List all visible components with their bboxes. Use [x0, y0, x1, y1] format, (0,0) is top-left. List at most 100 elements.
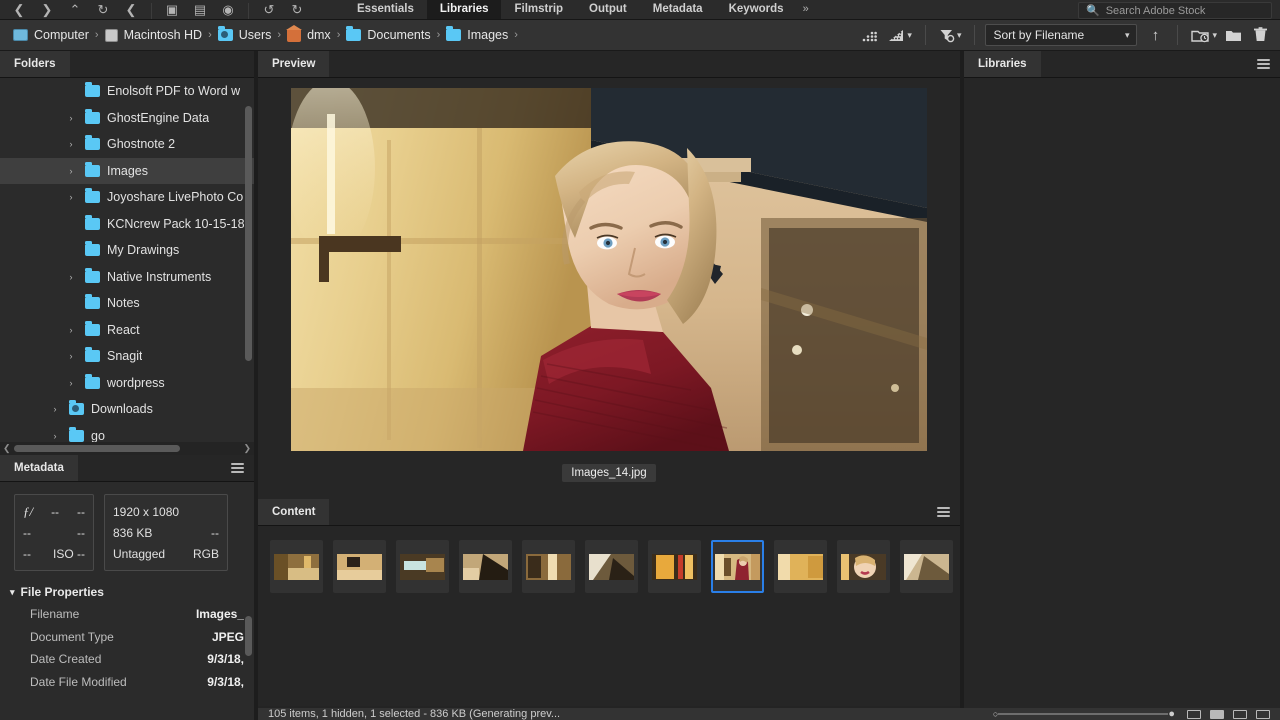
tree-item-wordpress[interactable]: › wordpress: [0, 370, 254, 397]
breadcrumb-item-dmx[interactable]: dmx: [282, 24, 336, 42]
breadcrumb-item-users[interactable]: Users: [213, 26, 277, 42]
shutter-value: --: [77, 504, 85, 519]
breadcrumb-item-images[interactable]: Images: [441, 26, 513, 42]
scroll-left-arrow-icon[interactable]: ❮: [3, 443, 11, 454]
up-arrow-icon[interactable]: ⌃: [62, 0, 88, 19]
workspace-overflow-icon[interactable]: »: [797, 0, 815, 19]
tab-folders[interactable]: Folders: [0, 51, 70, 77]
libraries-panel-menu-icon[interactable]: [1257, 59, 1270, 69]
preview-image[interactable]: [291, 88, 927, 451]
twisty-icon[interactable]: ›: [64, 351, 78, 361]
filmstrip-view-icon[interactable]: [1256, 709, 1270, 719]
thumbnail-item-2[interactable]: [333, 540, 386, 593]
camera-import-icon[interactable]: ▣: [159, 0, 185, 19]
adobe-stock-search-input[interactable]: 🔍 Search Adobe Stock: [1078, 2, 1272, 19]
twisty-icon[interactable]: ›: [64, 272, 78, 282]
metadata-panel-menu-icon[interactable]: [231, 463, 244, 473]
folder-tree[interactable]: Enolsoft PDF to Word w › GhostEngine Dat…: [0, 78, 254, 455]
thumbnail-image: [841, 553, 886, 580]
tree-item-images[interactable]: › Images: [0, 157, 254, 184]
tree-item-my-drawings[interactable]: My Drawings: [0, 237, 254, 264]
tab-libraries[interactable]: Libraries: [964, 51, 1041, 77]
refine-icon[interactable]: ◉: [215, 0, 241, 19]
trash-icon[interactable]: [1248, 23, 1272, 47]
folder-icon: [346, 26, 362, 41]
workspace-tab-keywords[interactable]: Keywords: [716, 0, 797, 19]
workspace-tab-essentials[interactable]: Essentials: [344, 0, 427, 19]
sort-direction-button[interactable]: ↑: [1143, 23, 1167, 47]
thumbnail-item-8[interactable]: [711, 540, 764, 593]
thumbnail-size-large-icon[interactable]: ●: [1168, 708, 1175, 720]
rotate-left-icon[interactable]: ↺: [256, 0, 282, 19]
rotate-right-icon[interactable]: ↻: [284, 0, 310, 19]
tree-item-ghostnote-2[interactable]: › Ghostnote 2: [0, 131, 254, 158]
twisty-icon[interactable]: ›: [48, 404, 62, 414]
thumbnail-item-4[interactable]: [459, 540, 512, 593]
recent-folder-icon[interactable]: ▾: [1188, 23, 1220, 47]
chevron-down-icon[interactable]: ▾: [10, 587, 15, 598]
twisty-icon[interactable]: ›: [64, 325, 78, 335]
thumbnail-item-11[interactable]: [900, 540, 953, 593]
twisty-icon[interactable]: ›: [64, 139, 78, 149]
twisty-icon[interactable]: ›: [64, 192, 78, 202]
twisty-icon[interactable]: ›: [64, 378, 78, 388]
thumbnail-item-3[interactable]: [396, 540, 449, 593]
folders-scroll-thumb[interactable]: [245, 106, 252, 361]
tree-item-native-instruments[interactable]: › Native Instruments: [0, 264, 254, 291]
workspace-tab-libraries[interactable]: Libraries: [426, 0, 502, 19]
metadata-scroll-thumb[interactable]: [245, 616, 252, 656]
thumbnail-size-slider[interactable]: [998, 709, 1169, 719]
grid-view-icon[interactable]: [1187, 709, 1201, 719]
workspace-tab-output[interactable]: Output: [576, 0, 640, 19]
content-panel-menu-icon[interactable]: [937, 507, 950, 517]
twisty-icon[interactable]: ›: [64, 113, 78, 123]
tab-preview[interactable]: Preview: [258, 51, 330, 77]
tab-content[interactable]: Content: [258, 499, 330, 525]
breadcrumb-item-macintosh-hd[interactable]: Macintosh HD: [100, 28, 208, 42]
breadcrumb-item-computer[interactable]: Computer: [8, 28, 94, 42]
forward-arrow-icon[interactable]: ❯: [34, 0, 60, 19]
thumbnail-item-10[interactable]: [837, 540, 890, 593]
metadata-vertical-scrollbar[interactable]: [245, 612, 252, 720]
new-folder-icon[interactable]: [1222, 23, 1246, 47]
file-property-key: Filename: [30, 607, 80, 622]
tree-item-kcncrew-pack[interactable]: KCNcrew Pack 10-15-18: [0, 211, 254, 238]
file-properties-header[interactable]: ▾ File Properties: [0, 581, 254, 603]
libraries-body[interactable]: [964, 78, 1280, 720]
thumbnail-item-9[interactable]: [774, 540, 827, 593]
thumbnail-item-6[interactable]: [585, 540, 638, 593]
sort-dropdown[interactable]: Sort by Filename ▾: [985, 24, 1138, 46]
focal-value: --: [77, 525, 85, 540]
folders-horizontal-scrollbar[interactable]: ❮ ❯: [0, 442, 254, 455]
tab-metadata[interactable]: Metadata: [0, 455, 78, 481]
twisty-icon[interactable]: ›: [48, 431, 62, 441]
open-recent-icon[interactable]: ▤: [187, 0, 213, 19]
workspace-tab-filmstrip[interactable]: Filmstrip: [501, 0, 576, 19]
rating-filter-icon[interactable]: [859, 23, 883, 47]
thumbnail-item-5[interactable]: [522, 540, 575, 593]
back-arrow-icon[interactable]: ❮: [6, 0, 32, 19]
tree-item-joyoshare[interactable]: › Joyoshare LivePhoto Co: [0, 184, 254, 211]
tree-item-downloads[interactable]: › Downloads: [0, 396, 254, 423]
thumbnail-item-7[interactable]: [648, 540, 701, 593]
boomerang-icon[interactable]: ❮: [118, 0, 144, 19]
breadcrumb-item-documents[interactable]: Documents: [341, 26, 435, 42]
folders-vertical-scrollbar[interactable]: [245, 78, 252, 442]
rotate-ccw-icon[interactable]: ↻: [90, 0, 116, 19]
scroll-right-arrow-icon[interactable]: ❯: [243, 443, 251, 454]
details-view-icon[interactable]: [1210, 709, 1224, 719]
tree-item-snagit[interactable]: › Snagit: [0, 343, 254, 370]
tree-item-notes[interactable]: Notes: [0, 290, 254, 317]
workspace-tab-metadata[interactable]: Metadata: [640, 0, 716, 19]
content-grid[interactable]: ❮ ❯: [258, 526, 960, 720]
path-bar-tools: ▾ ▾ Sort by Filename ▾ ↑ ▾: [859, 23, 1272, 47]
tree-item-react[interactable]: › React: [0, 317, 254, 344]
list-view-icon[interactable]: [1233, 709, 1247, 719]
thumbnail-item-1[interactable]: [270, 540, 323, 593]
tree-item-ghostengine-data[interactable]: › GhostEngine Data: [0, 105, 254, 132]
folders-hscroll-thumb[interactable]: [14, 445, 180, 452]
filter-funnel-icon[interactable]: ▾: [936, 23, 965, 47]
rating-sort-icon[interactable]: ▾: [885, 23, 915, 47]
tree-item-enolsoft[interactable]: Enolsoft PDF to Word w: [0, 78, 254, 105]
twisty-icon[interactable]: ›: [64, 166, 78, 176]
